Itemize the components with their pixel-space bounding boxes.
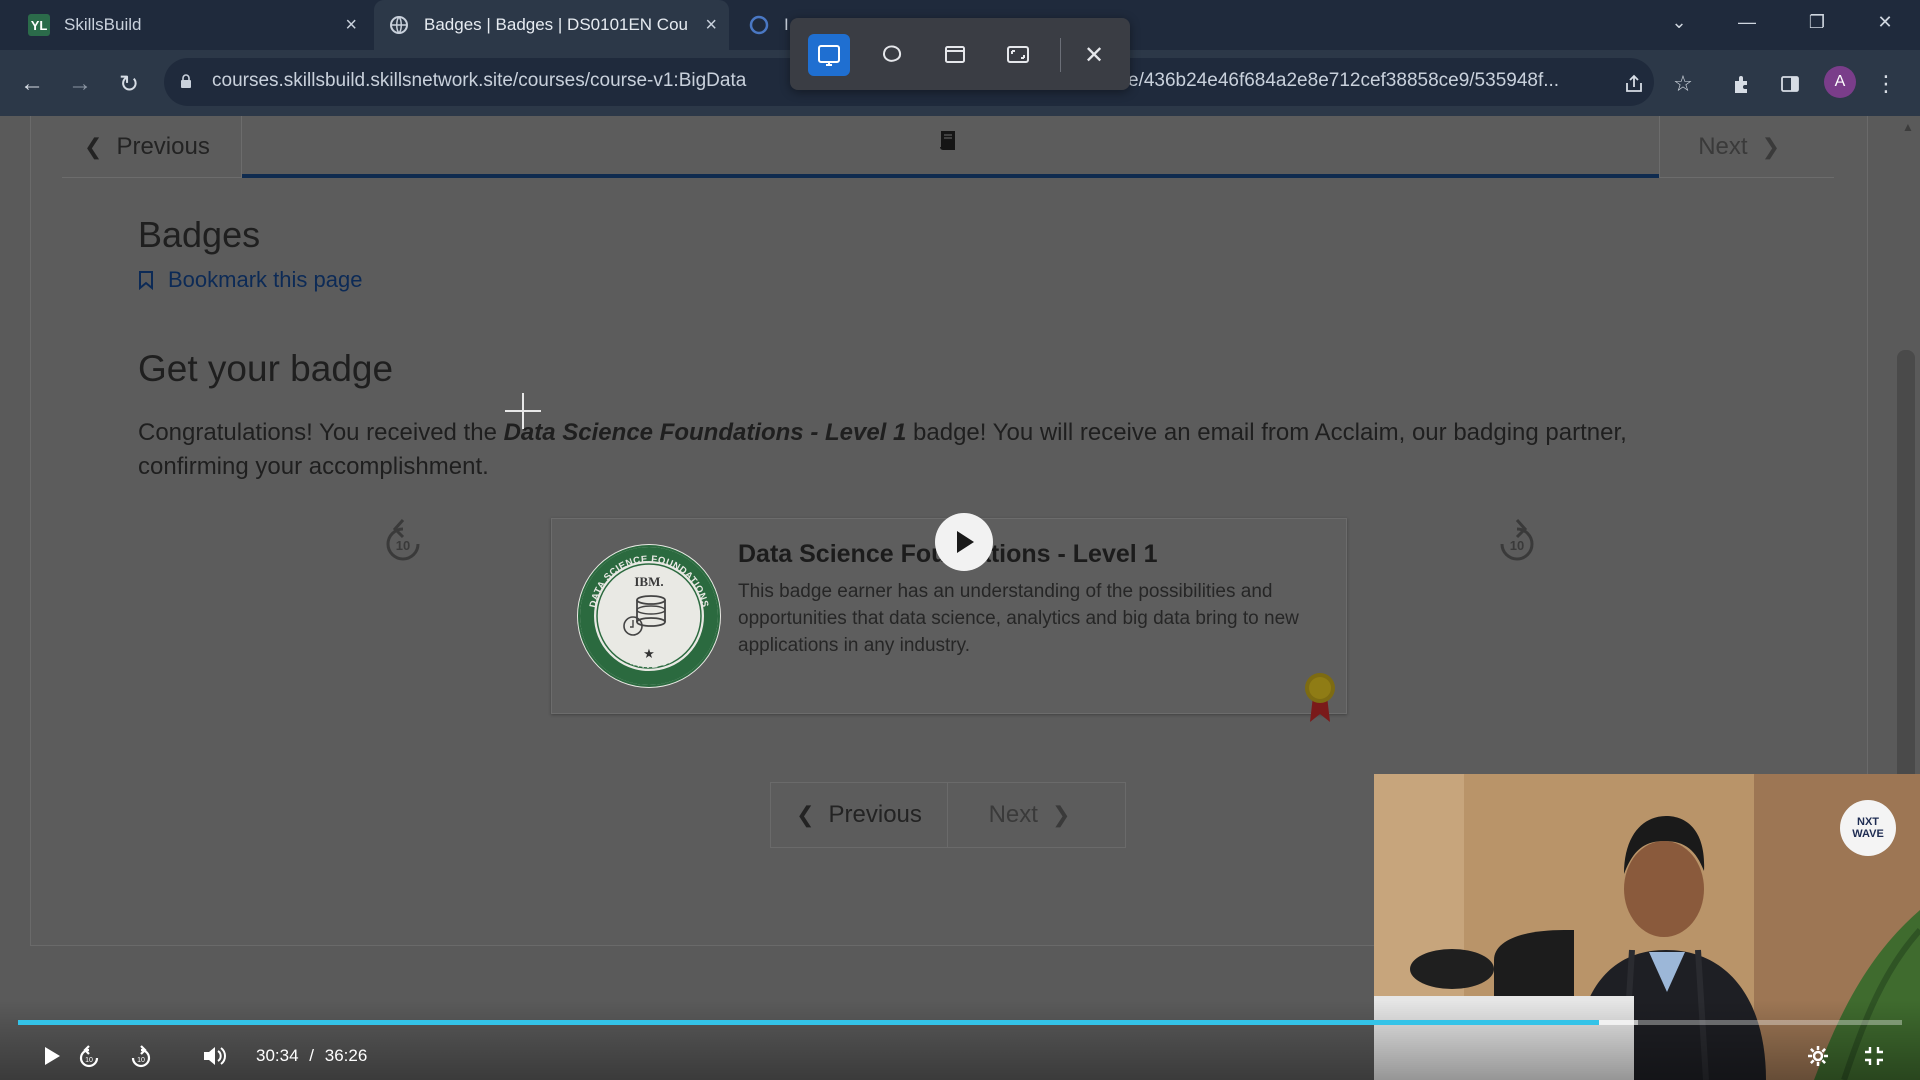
play-button[interactable] — [36, 1040, 68, 1072]
url-text-right: e/436b24e46f684a2e8e712cef38858ce9/53594… — [1128, 70, 1559, 92]
rewind-10-icon[interactable]: 10 — [380, 514, 428, 570]
rectangle-snip-icon[interactable] — [808, 34, 850, 76]
volume-icon — [204, 1047, 226, 1065]
skillsbuild-logo-icon: YL — [28, 14, 50, 36]
para-text-before: Congratulations! You received the — [138, 419, 504, 446]
settings-button[interactable] — [1802, 1040, 1834, 1072]
play-overlay-button[interactable] — [935, 513, 993, 571]
close-window-icon[interactable]: ✕ — [1858, 0, 1912, 44]
sequence-next-button[interactable]: Next ❯ — [1659, 116, 1834, 178]
tab-skillsbuild[interactable]: YL SkillsBuild × — [14, 0, 369, 50]
profile-avatar[interactable]: A — [1824, 66, 1856, 98]
badge-star-icon: ★ — [643, 646, 655, 661]
lock-icon — [181, 74, 191, 88]
menu-kebab-icon[interactable]: ⋮ — [1870, 68, 1902, 100]
fullscreen-snip-icon[interactable] — [997, 34, 1039, 76]
tab-title: SkillsBuild — [64, 15, 142, 34]
badge-seal-image: DATA SCIENCE FOUNDATIONS COGNITIVE CLASS… — [577, 544, 721, 688]
tab-title: Badges | Badges | DS0101EN Cou — [424, 15, 688, 34]
globe-icon — [388, 14, 410, 36]
sequence-previous-button[interactable]: ❮ Previous — [62, 116, 242, 178]
window-snip-icon[interactable] — [934, 34, 976, 76]
forward-button[interactable]: 10 — [124, 1040, 156, 1072]
para-badge-name: Data Science Foundations - Level 1 — [503, 419, 907, 446]
congratulations-paragraph: Congratulations! You received the Data S… — [138, 416, 1698, 484]
bottom-next-label: Next — [988, 801, 1038, 828]
tab-badges[interactable]: Badges | Badges | DS0101EN Cou × — [374, 0, 729, 50]
chevron-right-icon: ❯ — [1051, 802, 1071, 827]
close-icon[interactable]: × — [345, 14, 357, 37]
award-ribbon-icon — [1305, 673, 1335, 722]
play-icon — [45, 1047, 60, 1065]
video-progress-fill[interactable] — [18, 1020, 1599, 1025]
star-icon[interactable]: ☆ — [1667, 68, 1699, 100]
forward-10-icon[interactable]: 10 — [1492, 514, 1540, 570]
tab-search-icon[interactable]: ⌄ — [1652, 0, 1706, 44]
toolbar-divider — [1060, 38, 1061, 72]
freeform-snip-icon[interactable] — [871, 34, 913, 76]
badge-description: This badge earner has an understanding o… — [738, 581, 1299, 656]
minimize-icon[interactable]: — — [1720, 0, 1774, 44]
rewind-button[interactable]: 10 — [74, 1040, 106, 1072]
section-heading: Get your badge — [138, 348, 394, 389]
snipping-toolbar: ✕ — [790, 18, 1130, 90]
unit-title: Badges — [138, 214, 261, 255]
url-text: courses.skillsbuild.skillsnetwork.site/c… — [212, 70, 746, 92]
close-snip-icon[interactable]: ✕ — [1073, 34, 1115, 76]
close-icon[interactable]: × — [705, 14, 717, 37]
current-time: 30:34 — [256, 1046, 299, 1065]
restore-icon[interactable]: ❐ — [1790, 0, 1844, 44]
time-separator: / — [309, 1046, 315, 1065]
forward-seconds-label: 10 — [1510, 538, 1524, 553]
loading-circle-icon — [748, 14, 770, 36]
sidepanel-icon[interactable] — [1774, 68, 1806, 100]
duration: 36:26 — [324, 1046, 368, 1065]
tab-title: I — [784, 15, 789, 34]
volume-button[interactable] — [198, 1040, 230, 1072]
chevron-left-icon: ❮ — [84, 134, 103, 159]
badge-center-text: IBM. — [634, 574, 663, 589]
back-icon[interactable]: ← — [16, 68, 48, 100]
extensions-icon[interactable] — [1726, 68, 1758, 100]
rewind-seconds-label: 10 — [396, 538, 410, 553]
bookmark-label: Bookmark this page — [168, 267, 363, 292]
url-left: courses.skillsbuild.skillsnetwork.site/c… — [212, 70, 747, 91]
url-right: e/436b24e46f684a2e8e712cef38858ce9/53594… — [1128, 70, 1560, 91]
chevron-left-icon: ❮ — [796, 802, 815, 827]
bottom-previous-label: Previous — [828, 801, 922, 828]
gear-icon — [1808, 1046, 1828, 1066]
play-icon — [957, 531, 974, 553]
exit-fullscreen-button[interactable] — [1858, 1040, 1890, 1072]
video-control-bar — [0, 1000, 1920, 1080]
crosshair-cursor-icon — [505, 393, 541, 429]
bookmark-button[interactable]: Bookmark this page — [138, 267, 362, 293]
sequence-previous-label: Previous — [116, 133, 210, 160]
bottom-navigation: ❮ Previous Next ❯ — [770, 782, 1126, 848]
scroll-up-arrow-icon[interactable]: ▲ — [1902, 120, 1914, 134]
bottom-previous-button[interactable]: ❮ Previous — [770, 782, 948, 848]
exit-fullscreen-icon — [1865, 1047, 1883, 1065]
book-icon — [940, 131, 955, 150]
rewind-seconds-label: 10 — [85, 1057, 93, 1064]
share-icon[interactable] — [1618, 68, 1650, 100]
fast-forward-icon: 10 — [131, 1045, 151, 1068]
forward-seconds-label: 10 — [137, 1057, 145, 1064]
forward-icon[interactable]: → — [64, 68, 96, 100]
bottom-next-button[interactable]: Next ❯ — [948, 782, 1126, 848]
chevron-right-icon: ❯ — [1761, 134, 1780, 159]
video-time: 30:34 / 36:26 — [256, 1046, 367, 1066]
bookmark-icon — [139, 271, 153, 290]
reload-icon[interactable]: ↻ — [113, 68, 145, 100]
nxtwave-logo: NXT WAVE — [1840, 800, 1896, 856]
sequence-next-label: Next — [1698, 133, 1748, 160]
rewind-icon: 10 — [79, 1045, 99, 1068]
